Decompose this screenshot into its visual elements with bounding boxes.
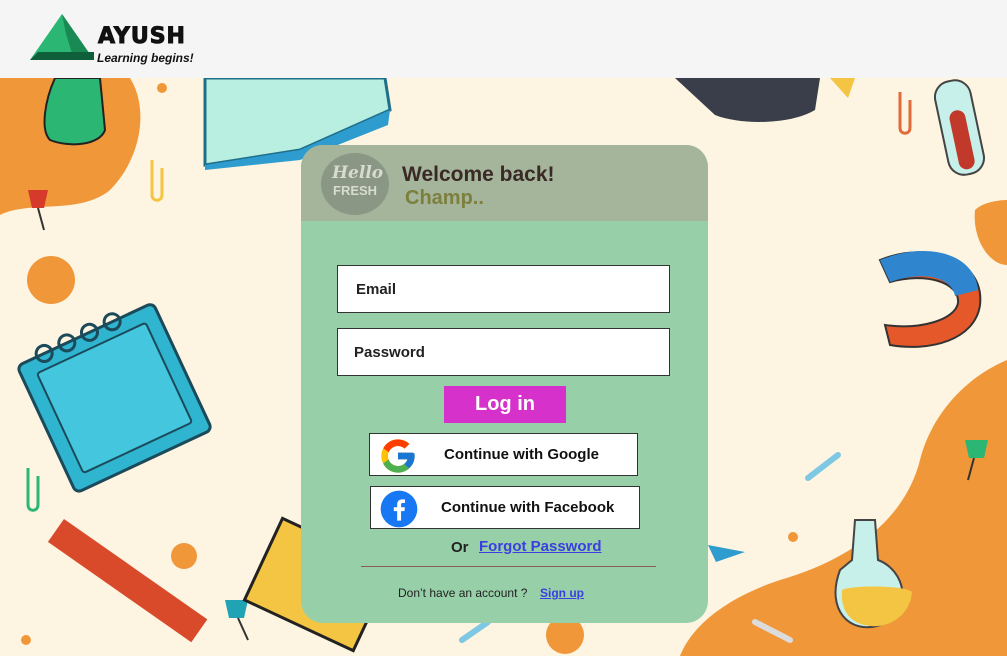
welcome-title: Welcome back!	[402, 163, 555, 186]
mountain-logo-icon	[30, 14, 94, 60]
card-header: Hello FRESH Welcome back! Champ..	[301, 145, 708, 221]
divider	[361, 566, 656, 567]
login-card: Hello FRESH Welcome back! Champ.. Email …	[301, 145, 708, 623]
google-label: Continue with Google	[444, 446, 599, 463]
login-button[interactable]: Log in	[444, 386, 566, 423]
password-field[interactable]: Password	[337, 328, 670, 376]
brand-tagline: Learning begins!	[97, 51, 194, 65]
top-header: AYUSH Learning begins!	[0, 0, 1007, 78]
email-field[interactable]: Email	[337, 265, 670, 313]
badge-line2: FRESH	[333, 183, 378, 198]
signup-link[interactable]: Sign up	[540, 586, 584, 600]
welcome-subtitle: Champ..	[405, 187, 484, 209]
facebook-signin-button[interactable]: Continue with Facebook	[370, 486, 640, 529]
brand-name: AYUSH	[98, 24, 186, 50]
facebook-label: Continue with Facebook	[441, 499, 615, 516]
badge-line1: Hello	[332, 163, 384, 183]
facebook-icon	[380, 490, 418, 528]
google-signin-button[interactable]: Continue with Google	[369, 433, 638, 476]
or-label: Or	[451, 539, 469, 556]
password-placeholder: Password	[354, 344, 425, 361]
google-icon	[381, 439, 415, 473]
email-placeholder: Email	[356, 281, 397, 298]
no-account-text: Don’t have an account ?	[398, 586, 528, 600]
forgot-password-link[interactable]: Forgot Password	[479, 538, 602, 555]
